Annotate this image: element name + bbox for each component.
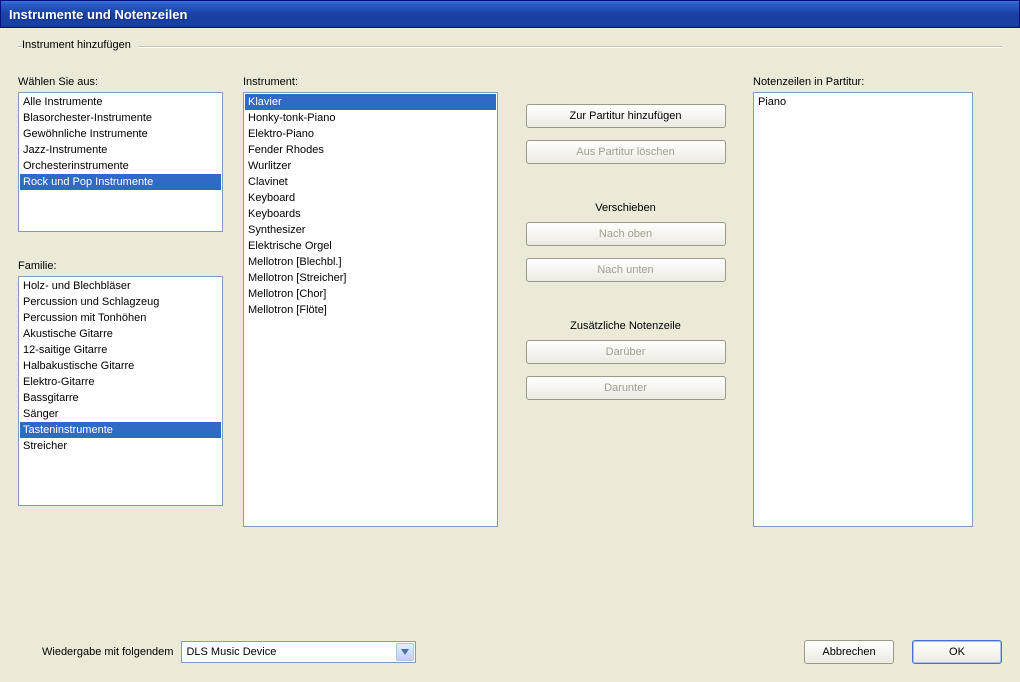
listbox-staves[interactable]: Piano <box>753 92 973 527</box>
instrument-item[interactable]: Klavier <box>245 94 496 110</box>
extra-below-button[interactable]: Darunter <box>526 376 726 400</box>
playback-device-combo[interactable]: DLS Music Device <box>181 641 416 663</box>
label-move: Verschieben <box>595 202 656 214</box>
dialog-body: Instrument hinzufügen Wählen Sie aus: Al… <box>0 28 1020 682</box>
label-instrument: Instrument: <box>243 76 498 88</box>
instrument-item[interactable]: Keyboards <box>245 206 496 222</box>
add-to-score-button[interactable]: Zur Partitur hinzufügen <box>526 104 726 128</box>
titlebar: Instrumente und Notenzeilen <box>0 0 1020 28</box>
label-section: Wählen Sie aus: <box>18 76 223 88</box>
family-item[interactable]: Percussion und Schlagzeug <box>20 294 221 310</box>
stave-item[interactable]: Piano <box>755 94 971 110</box>
instrument-item[interactable]: Synthesizer <box>245 222 496 238</box>
instrument-item[interactable]: Mellotron [Streicher] <box>245 270 496 286</box>
section-item[interactable]: Jazz-Instrumente <box>20 142 221 158</box>
family-item[interactable]: 12-saitige Gitarre <box>20 342 221 358</box>
instrument-item[interactable]: Mellotron [Chor] <box>245 286 496 302</box>
label-extra: Zusätzliche Notenzeile <box>570 320 681 332</box>
instrument-item[interactable]: Elektrische Orgel <box>245 238 496 254</box>
section-item[interactable]: Orchesterinstrumente <box>20 158 221 174</box>
family-item[interactable]: Halbakustische Gitarre <box>20 358 221 374</box>
listbox-section[interactable]: Alle InstrumenteBlasorchester-Instrument… <box>18 92 223 232</box>
instrument-item[interactable]: Elektro-Piano <box>245 126 496 142</box>
family-item[interactable]: Holz- und Blechbläser <box>20 278 221 294</box>
family-item[interactable]: Elektro-Gitarre <box>20 374 221 390</box>
section-item[interactable]: Blasorchester-Instrumente <box>20 110 221 126</box>
group-title: Instrument hinzufügen <box>22 39 139 51</box>
section-item[interactable]: Gewöhnliche Instrumente <box>20 126 221 142</box>
instrument-item[interactable]: Wurlitzer <box>245 158 496 174</box>
family-item[interactable]: Akustische Gitarre <box>20 326 221 342</box>
instrument-item[interactable]: Honky-tonk-Piano <box>245 110 496 126</box>
family-item[interactable]: Tasteninstrumente <box>20 422 221 438</box>
extra-above-button[interactable]: Darüber <box>526 340 726 364</box>
label-playback: Wiedergabe mit folgendem <box>42 646 173 658</box>
instrument-item[interactable]: Fender Rhodes <box>245 142 496 158</box>
family-item[interactable]: Sänger <box>20 406 221 422</box>
label-family: Familie: <box>18 260 223 272</box>
combo-value: DLS Music Device <box>186 646 276 658</box>
ok-button[interactable]: OK <box>912 640 1002 664</box>
family-item[interactable]: Streicher <box>20 438 221 454</box>
cancel-button[interactable]: Abbrechen <box>804 640 894 664</box>
window-title: Instrumente und Notenzeilen <box>9 7 187 22</box>
chevron-down-icon <box>396 643 414 661</box>
listbox-instrument[interactable]: KlavierHonky-tonk-PianoElektro-PianoFend… <box>243 92 498 527</box>
family-item[interactable]: Bassgitarre <box>20 390 221 406</box>
move-down-button[interactable]: Nach unten <box>526 258 726 282</box>
instrument-item[interactable]: Mellotron [Blechbl.] <box>245 254 496 270</box>
instrument-item[interactable]: Clavinet <box>245 174 496 190</box>
section-item[interactable]: Alle Instrumente <box>20 94 221 110</box>
section-item[interactable]: Rock und Pop Instrumente <box>20 174 221 190</box>
instrument-item[interactable]: Keyboard <box>245 190 496 206</box>
family-item[interactable]: Percussion mit Tonhöhen <box>20 310 221 326</box>
listbox-family[interactable]: Holz- und BlechbläserPercussion und Schl… <box>18 276 223 506</box>
move-up-button[interactable]: Nach oben <box>526 222 726 246</box>
instrument-item[interactable]: Mellotron [Flöte] <box>245 302 496 318</box>
delete-from-score-button[interactable]: Aus Partitur löschen <box>526 140 726 164</box>
label-staves: Notenzeilen in Partitur: <box>753 76 973 88</box>
